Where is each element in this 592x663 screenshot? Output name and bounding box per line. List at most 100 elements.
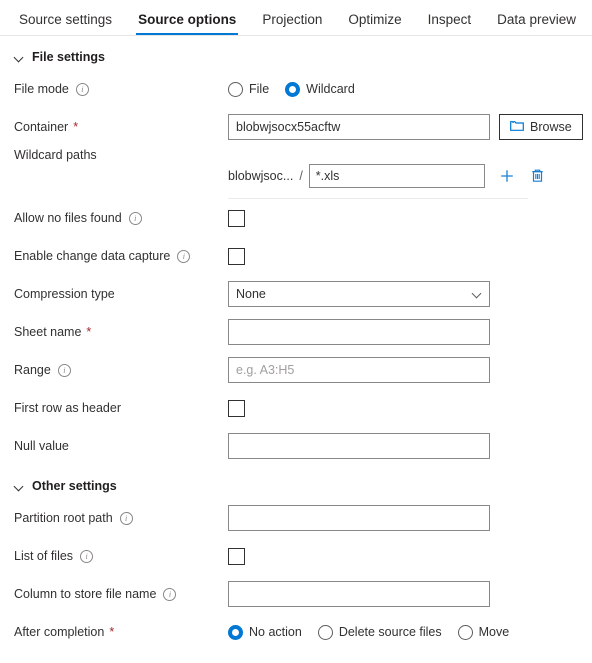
radio-label: Move [478, 625, 510, 639]
control-first-row-as-header [228, 399, 592, 417]
label-sheet-name: Sheet name * [14, 324, 92, 339]
tab-inspect[interactable]: Inspect [415, 12, 485, 36]
control-after-completion: No action Delete source files Move [228, 624, 592, 640]
control-compression-type: None [228, 281, 592, 307]
column-to-store-file-name-input[interactable] [228, 581, 490, 607]
partition-root-path-input[interactable] [228, 505, 490, 531]
radio-label: Delete source files [338, 625, 442, 639]
tab-source-settings[interactable]: Source settings [6, 12, 125, 36]
label-allow-no-files-found: Allow no files found i [14, 211, 228, 226]
enable-change-data-capture-checkbox[interactable] [228, 247, 245, 265]
compression-type-value: None [236, 287, 266, 301]
info-icon-column-to-store-file-name[interactable]: i [163, 587, 177, 601]
section-label-other-settings: Other settings [32, 479, 117, 493]
row-compression-type: Compression type None [0, 275, 592, 313]
label-column-to-store-file-name: Column to store file name i [14, 587, 228, 602]
info-icon-file-mode[interactable]: i [75, 82, 89, 96]
compression-type-select[interactable]: None [228, 281, 490, 307]
info-icon-partition-root-path[interactable]: i [119, 511, 133, 525]
wildcard-paths-divider [228, 198, 528, 199]
label-enable-change-data-capture: Enable change data capture i [14, 249, 228, 264]
control-null-value [228, 433, 592, 459]
radio-file-mode-file[interactable]: File [228, 81, 270, 97]
row-file-mode: File mode i File Wildcard [0, 70, 592, 108]
radio-group-after-completion: No action Delete source files Move [228, 624, 510, 640]
row-list-of-files: List of files i [0, 537, 592, 575]
radio-after-completion-no-action[interactable]: No action [228, 624, 302, 640]
control-wildcard-paths: blobwjsoc... / [228, 146, 592, 199]
container-input[interactable] [228, 114, 490, 140]
control-container: Browse [228, 114, 592, 140]
required-asterisk: * [73, 119, 79, 134]
info-icon-range[interactable]: i [57, 363, 71, 377]
info-icon-list-of-files[interactable]: i [80, 549, 94, 563]
radio-file-mode-wildcard[interactable]: Wildcard [285, 81, 355, 97]
allow-no-files-found-checkbox[interactable] [228, 209, 245, 227]
radio-after-completion-move[interactable]: Move [457, 624, 510, 640]
wildcard-path-separator: / [299, 169, 303, 183]
label-first-row-as-header: First row as header [14, 400, 121, 415]
row-null-value: Null value [0, 427, 592, 465]
add-wildcard-path-icon[interactable] [498, 167, 516, 185]
browse-button-label: Browse [530, 120, 572, 134]
tab-data-preview[interactable]: Data preview [484, 12, 589, 36]
label-list-of-files: List of files i [14, 549, 228, 564]
browse-button[interactable]: Browse [499, 114, 583, 140]
row-sheet-name: Sheet name * [0, 313, 592, 351]
row-wildcard-paths: Wildcard paths blobwjsoc... / [0, 146, 592, 199]
label-file-mode: File mode i [14, 82, 228, 97]
row-column-to-store-file-name: Column to store file name i [0, 575, 592, 613]
info-icon-enable-change-data-capture[interactable]: i [177, 249, 191, 263]
wildcard-path-entry: blobwjsoc... / [228, 164, 547, 188]
radio-dot-icon [285, 81, 301, 97]
wildcard-path-prefix: blobwjsoc... [228, 169, 294, 183]
chevron-down-icon [473, 290, 482, 299]
delete-wildcard-path-icon[interactable] [529, 167, 547, 185]
chevron-down-icon [14, 52, 25, 63]
radio-label: File [249, 82, 270, 96]
tab-optimize[interactable]: Optimize [335, 12, 414, 36]
row-range: Range i [0, 351, 592, 389]
tab-bar: Source settings Source options Projectio… [0, 0, 592, 36]
label-container: Container * [14, 119, 79, 134]
chevron-down-icon [14, 481, 25, 492]
label-after-completion: After completion * [14, 624, 115, 639]
control-partition-root-path [228, 505, 592, 531]
range-input[interactable] [228, 357, 490, 383]
control-sheet-name [228, 319, 592, 345]
tab-projection[interactable]: Projection [249, 12, 335, 36]
row-enable-change-data-capture: Enable change data capture i [0, 237, 592, 275]
control-column-to-store-file-name [228, 581, 592, 607]
radio-dot-icon [228, 81, 243, 97]
wildcard-path-input[interactable] [308, 164, 485, 188]
control-file-mode: File Wildcard [228, 81, 592, 97]
row-after-completion: After completion * No action Delete sour… [0, 613, 592, 651]
source-options-form: File settings File mode i File Wildcard … [0, 36, 592, 651]
section-header-other-settings[interactable]: Other settings [0, 465, 592, 499]
radio-label: Wildcard [306, 82, 355, 96]
row-partition-root-path: Partition root path i [0, 499, 592, 537]
control-list-of-files [228, 547, 592, 565]
info-icon-allow-no-files-found[interactable]: i [128, 211, 142, 225]
label-partition-root-path: Partition root path i [14, 511, 228, 526]
row-allow-no-files-found: Allow no files found i [0, 199, 592, 237]
control-enable-change-data-capture [228, 247, 592, 265]
radio-after-completion-delete-source-files[interactable]: Delete source files [317, 624, 442, 640]
section-label-file-settings: File settings [32, 50, 105, 64]
control-range [228, 357, 592, 383]
row-first-row-as-header: First row as header [0, 389, 592, 427]
first-row-as-header-checkbox[interactable] [228, 399, 245, 417]
label-wildcard-paths: Wildcard paths [14, 148, 97, 162]
label-null-value: Null value [14, 438, 69, 453]
sheet-name-input[interactable] [228, 319, 490, 345]
null-value-input[interactable] [228, 433, 490, 459]
tab-source-options[interactable]: Source options [125, 12, 249, 36]
radio-dot-icon [457, 624, 473, 640]
label-compression-type: Compression type [14, 286, 115, 301]
section-header-file-settings[interactable]: File settings [0, 36, 592, 70]
required-asterisk: * [109, 624, 115, 639]
required-asterisk: * [86, 324, 92, 339]
radio-dot-icon [317, 624, 333, 640]
label-range: Range i [14, 363, 228, 378]
list-of-files-checkbox[interactable] [228, 547, 245, 565]
